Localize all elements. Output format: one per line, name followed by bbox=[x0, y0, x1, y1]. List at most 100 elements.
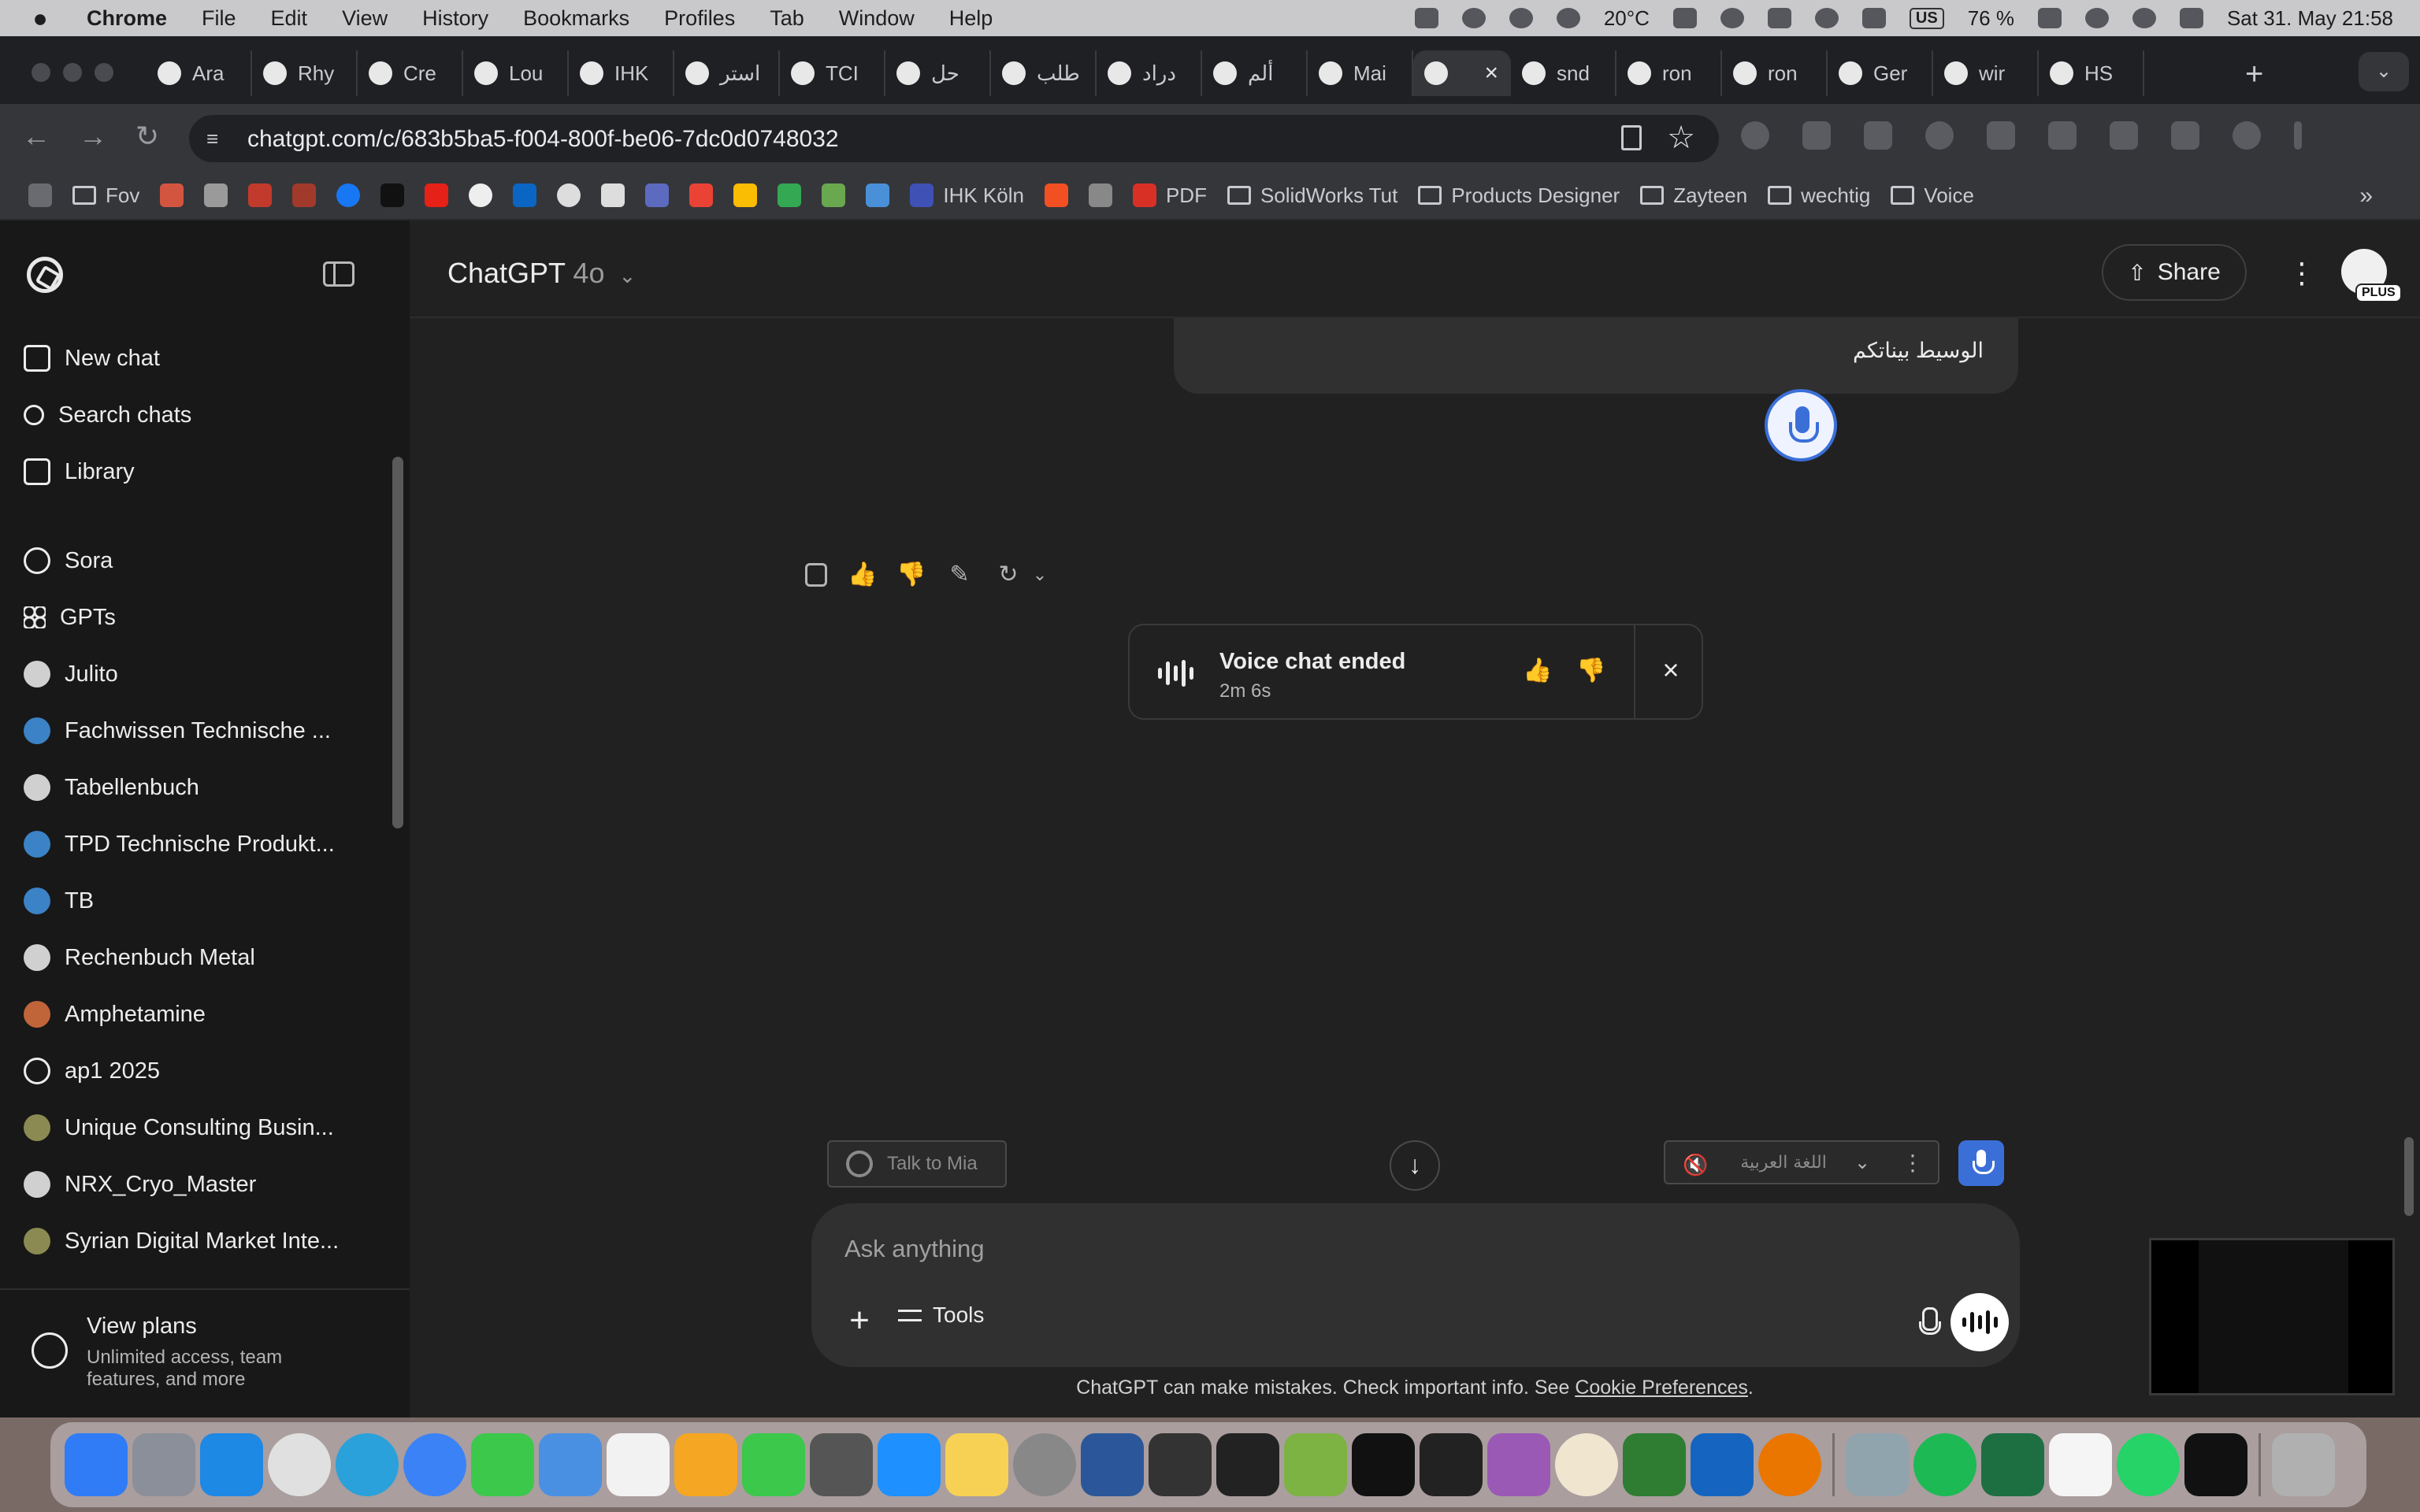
sidebar-item-gpt[interactable]: Unique Consulting Busin... bbox=[24, 1104, 386, 1151]
page-document-icon[interactable] bbox=[1621, 125, 1642, 150]
maximize-window-button[interactable] bbox=[95, 63, 113, 82]
copy-icon[interactable] bbox=[805, 563, 827, 587]
more-options-icon[interactable]: ⋮ bbox=[2278, 254, 2325, 293]
browser-tab[interactable]: Rhy bbox=[252, 50, 358, 96]
download-icon[interactable] bbox=[2171, 121, 2199, 150]
microphone-icon[interactable] bbox=[1765, 389, 1837, 461]
safari-app-icon[interactable] bbox=[200, 1433, 263, 1496]
menu-profiles[interactable]: Profiles bbox=[664, 6, 735, 31]
browser-tab[interactable]: Lou bbox=[463, 50, 569, 96]
menu-edit[interactable]: Edit bbox=[271, 6, 308, 31]
edit-pencil-icon[interactable]: ✎ bbox=[945, 561, 974, 589]
maps-bookmark-icon[interactable] bbox=[778, 183, 802, 207]
sidebar-item-gpt[interactable]: TB bbox=[24, 877, 386, 925]
close-tab-icon[interactable]: × bbox=[1484, 60, 1498, 87]
more-options-icon[interactable]: ⋮ bbox=[1902, 1150, 1924, 1176]
qr-extension-icon[interactable] bbox=[1987, 121, 2015, 150]
cloud-extension-icon[interactable] bbox=[1802, 121, 1831, 150]
microsoft-bookmark-icon[interactable] bbox=[1044, 183, 1068, 207]
new-chat-button[interactable]: New chat bbox=[24, 335, 386, 382]
bookmark-icon-link[interactable] bbox=[204, 183, 228, 207]
bookmark-folder-voice[interactable]: Voice bbox=[1891, 183, 1974, 208]
sidebar-item-gpt[interactable]: Syrian Digital Market Inte... bbox=[24, 1217, 386, 1265]
word-app-icon[interactable] bbox=[1081, 1433, 1144, 1496]
telegram-app-icon[interactable] bbox=[336, 1433, 399, 1496]
address-bar[interactable]: ≡ chatgpt.com/c/683b5ba5-f004-800f-be06-… bbox=[189, 115, 1719, 162]
threads-bookmark-icon[interactable] bbox=[469, 183, 493, 207]
browser-tab[interactable]: ron bbox=[1722, 50, 1828, 96]
bookmark-folder-products-designer[interactable]: Products Designer bbox=[1418, 183, 1620, 208]
new-tab-button[interactable]: + bbox=[2245, 57, 2263, 92]
spotify-app-icon[interactable] bbox=[1913, 1433, 1976, 1496]
bookmark-icon-link[interactable] bbox=[866, 183, 890, 207]
thumbs-down-icon[interactable]: 👎 bbox=[1576, 657, 1607, 688]
reload-icon[interactable]: ↻ bbox=[135, 120, 159, 153]
mail-app-icon[interactable] bbox=[539, 1433, 602, 1496]
android-studio-app-icon[interactable] bbox=[1284, 1433, 1347, 1496]
thumbs-up-icon[interactable]: 👍 bbox=[1522, 657, 1553, 688]
messenger-app-icon[interactable] bbox=[403, 1433, 466, 1496]
muted-speaker-icon[interactable]: 🔇 bbox=[1683, 1153, 1708, 1177]
chrome-menu-icon[interactable] bbox=[2294, 121, 2302, 150]
url-text[interactable]: chatgpt.com/c/683b5ba5-f004-800f-be06-7d… bbox=[247, 126, 839, 153]
focus-icon[interactable] bbox=[1509, 8, 1533, 28]
close-window-button[interactable] bbox=[32, 63, 50, 82]
trash-app-icon[interactable] bbox=[2272, 1433, 2335, 1496]
bookmark-icon-link[interactable] bbox=[601, 183, 625, 207]
chatgpt-bookmark-icon[interactable] bbox=[557, 183, 581, 207]
sidebar-scrollbar[interactable] bbox=[392, 457, 403, 828]
bookmark-pdf[interactable]: PDF bbox=[1132, 183, 1207, 208]
bookmark-icon-link[interactable] bbox=[248, 183, 273, 207]
launchpad-app-icon[interactable] bbox=[132, 1433, 195, 1496]
prompt-input[interactable] bbox=[844, 1232, 1869, 1266]
browser-tab[interactable]: ألم bbox=[1202, 50, 1308, 96]
sidebar-item-gpt[interactable]: TPD Technische Produkt... bbox=[24, 821, 386, 868]
menu-file[interactable]: File bbox=[202, 6, 236, 31]
linkedin-bookmark-icon[interactable] bbox=[513, 183, 537, 207]
bookmark-icon-link[interactable] bbox=[822, 183, 846, 207]
bookmark-ihk-koeln[interactable]: IHK Köln bbox=[910, 183, 1024, 208]
regenerate-icon[interactable]: ↻ bbox=[994, 561, 1023, 589]
wifi-icon[interactable] bbox=[2084, 8, 2109, 28]
menu-help[interactable]: Help bbox=[949, 6, 993, 31]
system-settings-app-icon[interactable] bbox=[1013, 1433, 1076, 1496]
photos-app-icon[interactable] bbox=[607, 1433, 670, 1496]
browser-tab[interactable]: Ger bbox=[1828, 50, 1933, 96]
cookie-preferences-link[interactable]: Cookie Preferences bbox=[1575, 1377, 1748, 1399]
bookmark-icon-link[interactable] bbox=[292, 183, 317, 207]
voice-mode-button[interactable] bbox=[1950, 1293, 2009, 1351]
menu-view[interactable]: View bbox=[342, 6, 388, 31]
browser-tab[interactable]: IHK bbox=[569, 50, 674, 96]
gmail-bookmark-icon[interactable] bbox=[689, 183, 714, 207]
cube-app-icon[interactable] bbox=[1352, 1433, 1415, 1496]
model-selector[interactable]: ChatGPT 4o ⌄ bbox=[447, 257, 636, 290]
sidebar-item-gpt[interactable]: Rechenbuch Metal bbox=[24, 934, 386, 981]
bookmark-icon-link[interactable] bbox=[645, 183, 670, 207]
library-button[interactable]: Library bbox=[24, 448, 386, 495]
menu-history[interactable]: History bbox=[422, 6, 488, 31]
menu-app-name[interactable]: Chrome bbox=[87, 6, 167, 31]
browser-tab[interactable]: Mai bbox=[1308, 50, 1413, 96]
thumbs-up-icon[interactable]: 👍 bbox=[848, 561, 877, 589]
menu-tab[interactable]: Tab bbox=[770, 6, 804, 31]
browser-tab[interactable]: Cre bbox=[358, 50, 463, 96]
w-app-icon[interactable] bbox=[1623, 1433, 1686, 1496]
more-bookmarks-chevron-icon[interactable]: » bbox=[2359, 183, 2373, 209]
openai-logo-icon[interactable] bbox=[27, 257, 63, 293]
back-arrow-icon[interactable]: ← bbox=[22, 120, 50, 153]
screenshot-extension-icon[interactable] bbox=[2110, 121, 2138, 150]
cat-icon[interactable] bbox=[1556, 8, 1580, 28]
browser-tab[interactable]: TCI bbox=[780, 50, 885, 96]
toggle-sidebar-icon[interactable] bbox=[323, 261, 354, 287]
view-plans-button[interactable]: View plans Unlimited access, team featur… bbox=[0, 1288, 410, 1418]
bookmark-icon-link[interactable] bbox=[1088, 183, 1112, 207]
voice-memos-app-icon[interactable] bbox=[1149, 1433, 1212, 1496]
color-extension-icon[interactable] bbox=[1741, 121, 1769, 150]
close-icon[interactable]: × bbox=[1653, 652, 1689, 688]
youtube-bookmark-icon[interactable] bbox=[425, 183, 449, 207]
language-select[interactable]: 🔇 اللغة العربية ⌄ ⋮ bbox=[1664, 1140, 1939, 1184]
sidebar-item-gpt[interactable]: Julito bbox=[24, 650, 386, 698]
facebook-bookmark-icon[interactable] bbox=[336, 183, 361, 207]
app-status-icon[interactable] bbox=[1414, 8, 1438, 28]
extension-mic-button[interactable] bbox=[1958, 1140, 2004, 1186]
